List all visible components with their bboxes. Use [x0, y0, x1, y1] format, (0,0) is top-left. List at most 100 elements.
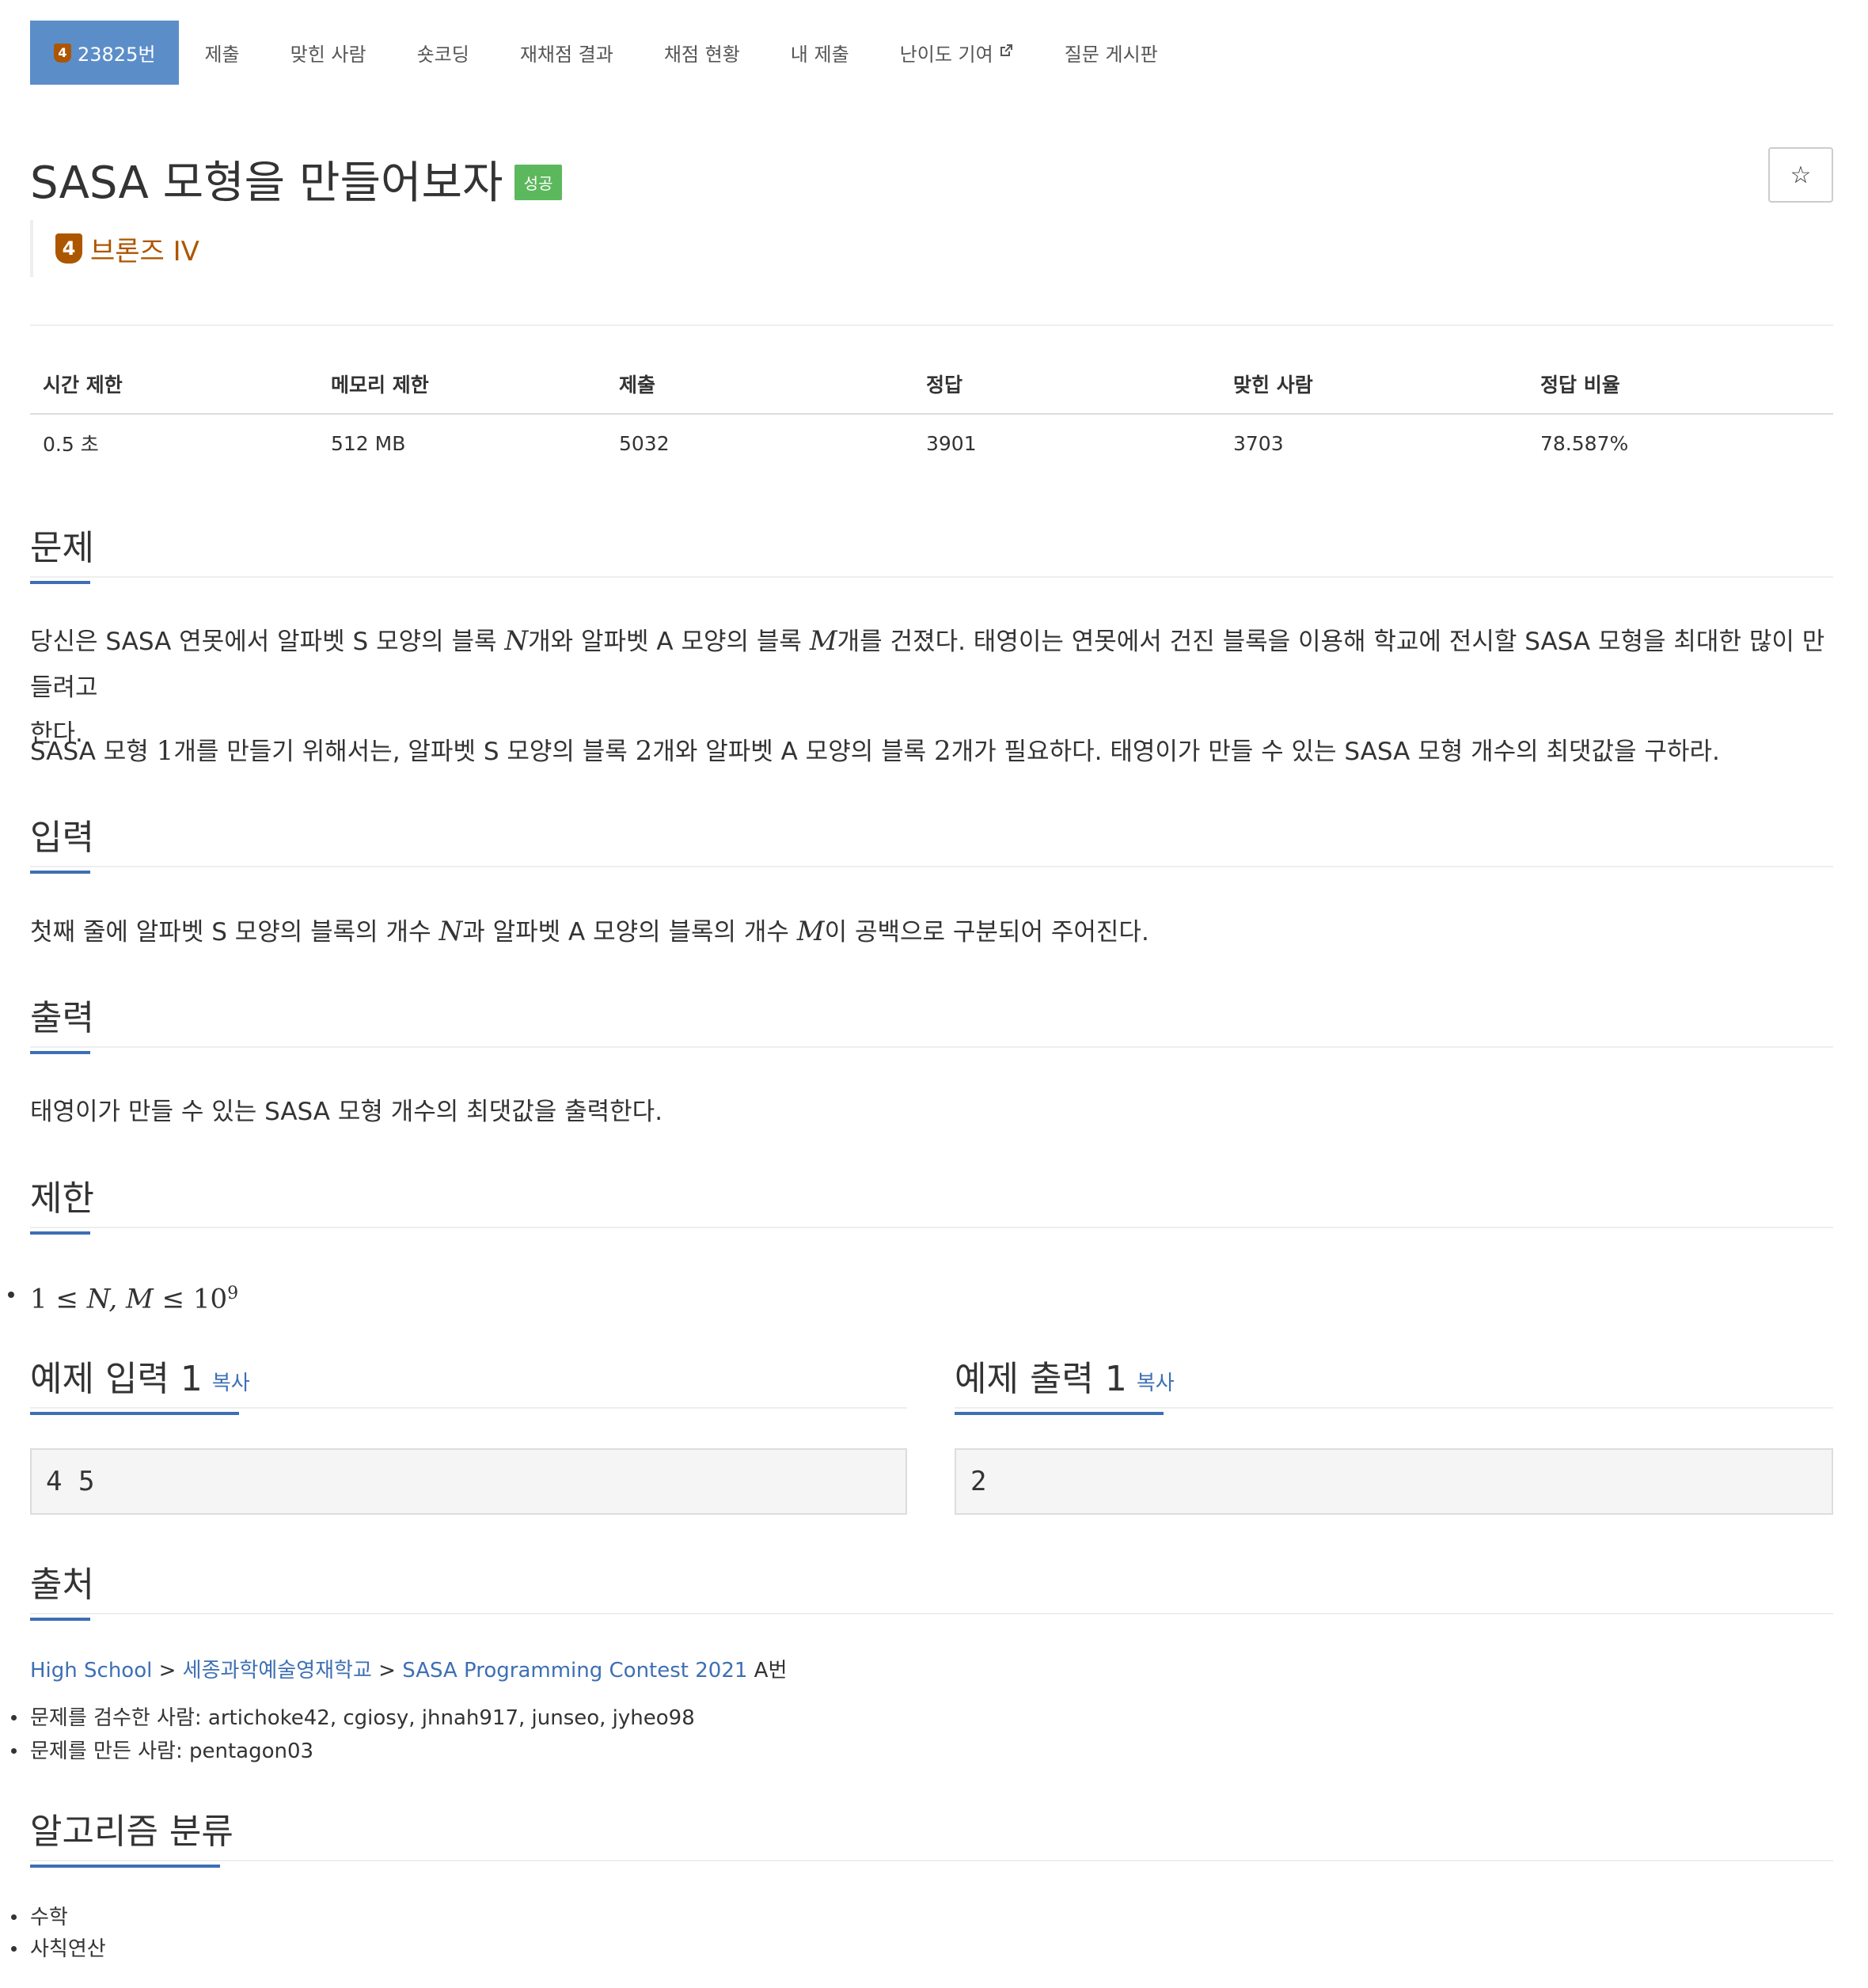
math-leq: ≤ — [153, 1283, 193, 1315]
sample-output-label: 예제 출력 1 — [955, 1359, 1127, 1399]
header-solvers: 맞힌 사람 — [1233, 374, 1313, 396]
text: 개가 필요하다. 태영이가 만들 수 있는 SASA 모형 개수의 최댓값을 구… — [951, 738, 1720, 766]
math-var-m: M — [809, 625, 837, 657]
text: 개와 알파벳 A 모양의 블록 — [528, 628, 810, 656]
math-var-n: N — [504, 625, 529, 657]
bullet — [8, 1292, 14, 1298]
heading-underline — [30, 1051, 90, 1054]
star-icon: ☆ — [1790, 161, 1812, 189]
tab-problem-label: 23825번 — [78, 44, 156, 66]
math-var-n: N — [439, 916, 463, 947]
limit-constraint: 1 ≤ N, M ≤ 109 — [30, 1271, 1833, 1322]
bullet — [11, 1715, 17, 1721]
problem-tier[interactable]: 4 브론즈 IV — [30, 220, 199, 277]
heading-underline — [30, 1412, 239, 1415]
text: 이 공백으로 구분되어 주어진다. — [824, 918, 1149, 947]
value-accept-ratio: 78.587% — [1540, 431, 1629, 455]
favorite-star-button[interactable]: ☆ — [1768, 147, 1833, 203]
section-algorithm-heading: 알고리즘 분류 — [30, 1803, 234, 1868]
header-time-limit: 시간 제한 — [43, 374, 123, 396]
divider — [30, 1613, 1833, 1614]
info-table-row: 0.5 초 512 MB 5032 3901 3703 78.587% — [30, 415, 1833, 472]
source-reviewers: 문제를 검수한 사람: artichoke42, cgiosy, jhnah91… — [30, 1706, 695, 1730]
tab-question-board[interactable]: 질문 게시판 — [1039, 21, 1183, 85]
divider — [955, 1407, 1833, 1409]
source-link-high-school[interactable]: High School — [30, 1659, 152, 1683]
copy-input-button[interactable]: 복사 — [212, 1371, 250, 1395]
divider — [30, 1046, 1833, 1048]
sample-input-box: 4 5 — [30, 1448, 907, 1515]
breadcrumb-separator: > — [371, 1659, 403, 1683]
text: 개와 알파벳 A 모양의 블록 — [652, 738, 934, 766]
tab-problem[interactable]: 4 23825번 — [30, 21, 180, 85]
tab-my-submissions[interactable]: 내 제출 — [765, 21, 875, 85]
value-solvers: 3703 — [1233, 431, 1284, 455]
divider — [30, 324, 1833, 326]
problem-description-p2: SASA 모형 1개를 만들기 위해서는, 알파벳 S 모양의 블록 2개와 알… — [30, 728, 1833, 775]
heading-underline — [30, 1231, 90, 1235]
source-link-contest[interactable]: SASA Programming Contest 2021 — [402, 1659, 747, 1683]
section-algorithm-label: 알고리즘 분류 — [30, 1812, 234, 1852]
divider — [30, 1227, 1833, 1228]
tab-submit[interactable]: 제출 — [179, 21, 264, 85]
input-description: 첫째 줄에 알파벳 S 모양의 블록의 개수 N과 알파벳 A 모양의 블록의 … — [30, 909, 1833, 955]
section-limit-heading: 제한 — [30, 1170, 94, 1235]
section-source-heading: 출처 — [30, 1556, 94, 1621]
bronze-tier-icon: 4 — [54, 43, 71, 63]
algorithm-tag[interactable]: 수학 — [30, 1901, 68, 1930]
math-vars: N, M — [86, 1283, 154, 1315]
bullet — [11, 1748, 17, 1754]
math-number: 2 — [635, 735, 653, 767]
value-accepted: 3901 — [926, 431, 977, 455]
breadcrumb-separator: > — [152, 1659, 183, 1683]
algorithm-tag[interactable]: 사칙연산 — [30, 1933, 106, 1962]
section-problem-label: 문제 — [30, 528, 94, 568]
heading-underline — [30, 1865, 220, 1868]
tab-short-coding[interactable]: 숏코딩 — [392, 21, 495, 85]
divider — [30, 1860, 1833, 1861]
source-author: 문제를 만든 사람: pentagon03 — [30, 1740, 314, 1763]
problem-title: SASA 모형을 만들어보자 — [30, 157, 503, 209]
text: 개를 만들기 위해서는, 알파벳 S 모양의 블록 — [173, 738, 636, 766]
info-table-header: 시간 제한 메모리 제한 제출 정답 맞힌 사람 정답 비율 — [30, 355, 1833, 415]
section-output-heading: 출력 — [30, 989, 94, 1054]
value-submissions: 5032 — [619, 431, 670, 455]
divider — [30, 866, 1833, 867]
section-input-heading: 입력 — [30, 809, 94, 874]
tab-rejudge-results[interactable]: 재채점 결과 — [495, 21, 639, 85]
text: 과 알파벳 A 모양의 블록의 개수 — [462, 918, 797, 947]
value-time-limit: 0.5 초 — [43, 433, 99, 456]
copy-output-button[interactable]: 복사 — [1137, 1371, 1175, 1395]
problem-info-table: 시간 제한 메모리 제한 제출 정답 맞힌 사람 정답 비율 0.5 초 512… — [30, 355, 1833, 472]
header-submissions: 제출 — [619, 374, 656, 396]
heading-underline — [30, 581, 90, 584]
sample-input-heading: 예제 입력 1 복사 — [30, 1350, 250, 1415]
math-number: 1 — [156, 735, 174, 767]
external-link-icon — [998, 43, 1014, 63]
tab-difficulty-contribution[interactable]: 난이도 기여 — [875, 21, 1039, 85]
divider — [30, 576, 1833, 578]
section-input-label: 입력 — [30, 818, 94, 858]
section-source-label: 출처 — [30, 1565, 94, 1605]
math-leq: ≤ — [47, 1283, 87, 1315]
bullet — [11, 1946, 17, 1952]
bullet — [11, 1914, 17, 1920]
tab-solved-users[interactable]: 맞힌 사람 — [265, 21, 392, 85]
sample-output-heading: 예제 출력 1 복사 — [955, 1350, 1175, 1415]
heading-underline — [955, 1412, 1164, 1415]
math-number: 2 — [934, 735, 951, 767]
math-number: 1 — [30, 1283, 47, 1315]
source-link-school[interactable]: 세종과학예술영재학교 — [183, 1659, 372, 1683]
sample-input-label: 예제 입력 1 — [30, 1359, 203, 1399]
value-memory-limit: 512 MB — [331, 431, 406, 455]
problem-title-row: SASA 모형을 만들어보자 성공 — [30, 147, 563, 211]
problem-letter: A번 — [747, 1659, 788, 1683]
text: 첫째 줄에 알파벳 S 모양의 블록의 개수 — [30, 918, 439, 947]
heading-underline — [30, 871, 90, 874]
header-memory-limit: 메모리 제한 — [331, 374, 429, 396]
tab-status[interactable]: 채점 현황 — [639, 21, 765, 85]
divider — [30, 1407, 907, 1409]
math-var-m: M — [796, 916, 825, 947]
math-exponent: 9 — [227, 1284, 239, 1303]
math-number: 10 — [192, 1283, 228, 1315]
